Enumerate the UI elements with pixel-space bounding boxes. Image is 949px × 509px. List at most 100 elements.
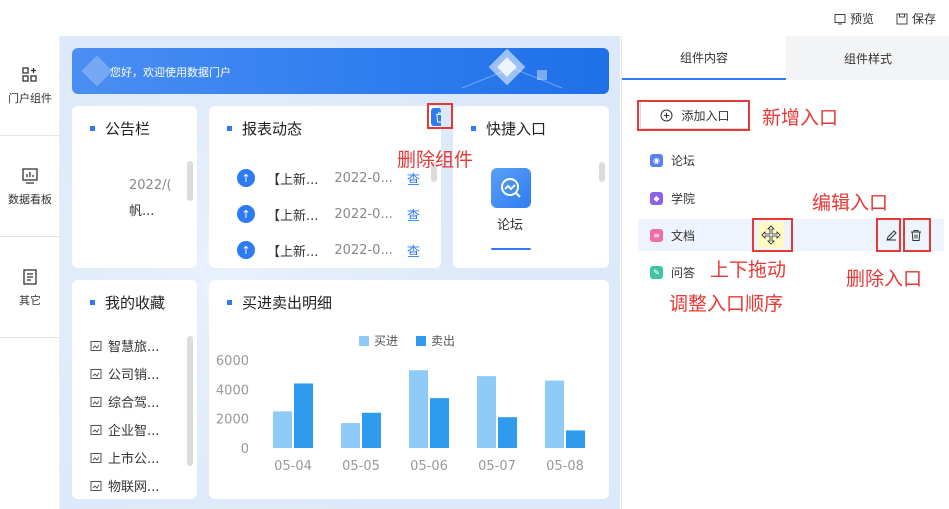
preview-button[interactable]: 预览 — [834, 10, 874, 27]
chart-circle-icon — [501, 178, 521, 198]
scrollbar[interactable] — [599, 162, 605, 182]
carousel-indicator[interactable] — [491, 248, 531, 250]
academy-icon: ◆ — [650, 191, 663, 205]
cube-decoration — [81, 55, 113, 87]
list-item[interactable]: 上市公... — [90, 448, 159, 467]
x-tick-label: 05-07 — [478, 459, 516, 474]
board-icon — [22, 167, 38, 184]
entry-label: 问答 — [671, 265, 696, 280]
list-item[interactable]: 物联网... — [90, 476, 159, 495]
tab-component-style[interactable]: 组件样式 — [786, 36, 949, 80]
list-item[interactable]: 综合驾... — [90, 392, 159, 411]
news-title: 【上新... — [267, 172, 319, 188]
notice-date: 2022/( — [129, 178, 172, 193]
card-title: 我的收藏 — [90, 292, 165, 313]
trade-card: 买进卖出明细 买进 卖出 6000 4000 2000 0 05-04 05-05 05-06 0… — [209, 280, 609, 499]
news-title: 【上新... — [267, 244, 319, 260]
report-card: 报表动态 ↑ 【上新... 2022-0... 查 ↑ 【上新... 2022-… — [209, 106, 441, 268]
trade-title: 买进卖出明细 — [242, 294, 333, 312]
chart-icon — [90, 424, 102, 435]
entry-label: 文档 — [671, 228, 696, 243]
bar — [430, 398, 449, 448]
scrollbar[interactable] — [187, 161, 193, 201]
bar — [409, 370, 428, 448]
bar — [477, 376, 496, 448]
list-item[interactable]: 企业智... — [90, 420, 159, 439]
card-title: 快捷入口 — [471, 118, 546, 139]
report-title: 报表动态 — [242, 120, 303, 138]
bar — [566, 430, 585, 448]
bar — [341, 423, 360, 448]
list-item[interactable]: 公司销... — [90, 364, 159, 383]
forum-entry-label: 论坛 — [497, 218, 524, 233]
x-tick-label: 05-06 — [410, 459, 448, 474]
quick-title: 快捷入口 — [486, 120, 547, 138]
news-view-link[interactable]: 查 — [407, 241, 420, 260]
y-tick-label: 6000 — [216, 354, 249, 369]
card-title: 买进卖出明细 — [227, 292, 332, 313]
docs-icon: ≡ — [650, 228, 663, 242]
annotation-delete-component: 删除组件 — [397, 149, 474, 171]
arrow-up-icon: ↑ — [237, 205, 255, 223]
welcome-banner: 您好，欢迎使用数据门户 — [72, 48, 609, 94]
legend-swatch — [359, 336, 369, 346]
nav-item-other[interactable]: 其它 — [0, 238, 60, 338]
x-tick-label: 05-08 — [546, 459, 584, 474]
favorite-label: 企业智... — [108, 424, 160, 439]
news-date: 2022-0... — [334, 242, 393, 258]
nav-item-data-board[interactable]: 数据看板 — [0, 137, 60, 237]
annotation-delete-entry: 删除入口 — [846, 268, 923, 290]
annotation-add-entry: 新增入口 — [762, 107, 839, 129]
x-tick-label: 05-05 — [342, 459, 380, 474]
annotation-box-delete-component — [427, 103, 453, 129]
notice-text[interactable]: 帆... — [129, 200, 154, 219]
news-view-link[interactable]: 查 — [407, 205, 420, 224]
tab-label: 组件样式 — [843, 51, 892, 66]
save-icon — [896, 13, 908, 24]
preview-icon — [834, 13, 846, 24]
chart-icon — [90, 340, 102, 351]
tab-label: 组件内容 — [679, 50, 728, 65]
bar — [294, 383, 313, 448]
quick-entry-card: 快捷入口 论坛 — [453, 106, 609, 268]
list-item[interactable]: 智慧旅... — [90, 336, 159, 355]
y-tick-label: 0 — [241, 442, 249, 457]
favorite-label: 综合驾... — [108, 396, 160, 411]
entry-item-academy[interactable]: ◆ 学院 — [638, 182, 944, 214]
legend-label: 卖出 — [431, 334, 455, 348]
chart-icon — [90, 452, 102, 463]
bar — [362, 412, 381, 448]
nav-item-label: 其它 — [19, 293, 41, 307]
annotation-edit-entry: 编辑入口 — [812, 192, 889, 214]
entry-label: 学院 — [671, 191, 696, 206]
annotation-box-drag — [752, 218, 793, 252]
forum-entry-tile[interactable] — [491, 168, 531, 208]
save-button[interactable]: 保存 — [896, 10, 936, 27]
card-title: 公告栏 — [90, 118, 150, 139]
bar — [273, 411, 292, 448]
favorite-label: 上市公... — [108, 452, 160, 467]
entry-item-forum[interactable]: ◉ 论坛 — [638, 144, 944, 176]
favorite-label: 智慧旅... — [108, 340, 160, 355]
save-label: 保存 — [912, 12, 937, 26]
nav-item-portal-components[interactable]: 门户组件 — [0, 36, 60, 136]
list-item[interactable]: ↑ 【上新... 2022-0... 查 — [237, 239, 420, 261]
chart-icon — [90, 480, 102, 491]
nav-item-label: 数据看板 — [8, 192, 52, 206]
trade-bar-chart: 买进 卖出 6000 4000 2000 0 05-04 05-05 05-06 05-07 05-… — [216, 334, 585, 474]
legend-label: 买进 — [374, 334, 398, 348]
list-item[interactable]: ↑ 【上新... 2022-0... 查 — [237, 167, 420, 189]
scrollbar[interactable] — [187, 336, 193, 466]
annotation-box-delete-entry — [903, 218, 931, 252]
annotation-reorder: 调整入口顺序 — [669, 293, 784, 315]
entry-label: 论坛 — [671, 153, 696, 168]
tab-component-content[interactable]: 组件内容 — [622, 36, 786, 80]
y-tick-label: 4000 — [216, 383, 249, 398]
arrow-up-icon: ↑ — [237, 169, 255, 187]
annotation-box-edit-entry — [876, 218, 901, 252]
annotation-box-add-entry — [637, 100, 750, 131]
qa-icon: ✎ — [650, 265, 663, 279]
grid-add-icon — [22, 66, 37, 82]
list-item[interactable]: ↑ 【上新... 2022-0... 查 — [237, 203, 420, 225]
notice-card: 公告栏 2022/( 帆... — [72, 106, 197, 268]
